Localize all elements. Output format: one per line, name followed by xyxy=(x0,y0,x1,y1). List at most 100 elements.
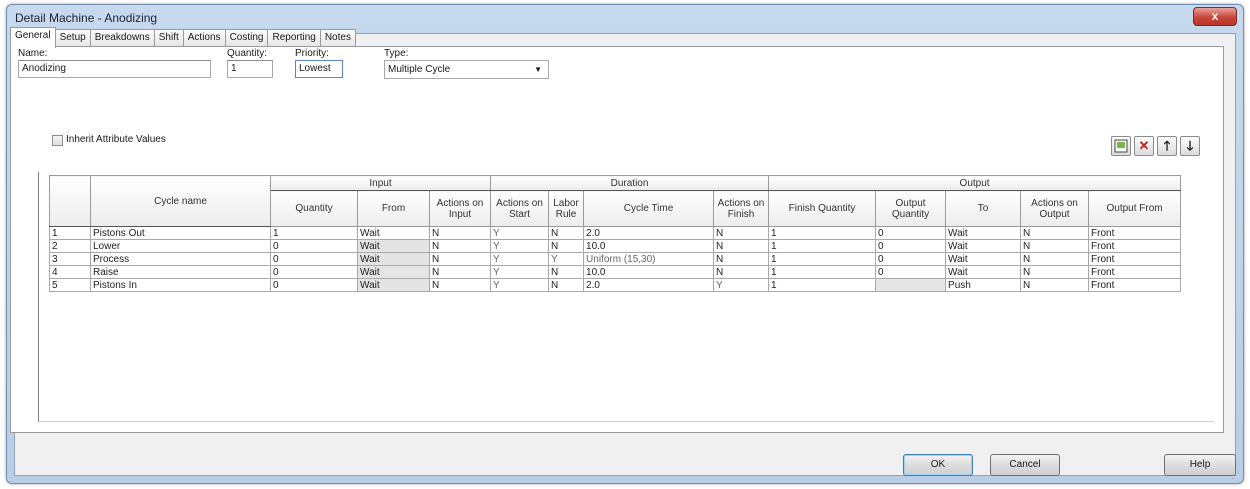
inherit-attributes-checkbox[interactable] xyxy=(52,135,63,146)
output-from-cell[interactable]: Front xyxy=(1088,239,1182,253)
actions-on-output-cell[interactable]: N xyxy=(1020,278,1090,292)
actions-on-start-cell[interactable]: Y xyxy=(490,239,550,253)
labor-rule-cell[interactable]: N xyxy=(548,278,585,292)
cancel-button[interactable]: Cancel xyxy=(990,454,1060,476)
output-quantity-cell[interactable]: 0 xyxy=(875,239,947,253)
finish-quantity-cell[interactable]: 1 xyxy=(768,265,877,279)
col-to[interactable]: To xyxy=(945,190,1022,227)
cycle-name-cell[interactable]: Pistons In xyxy=(90,278,271,292)
actions-on-start-cell[interactable]: Y xyxy=(490,252,550,266)
quantity-cell[interactable]: 0 xyxy=(270,278,358,292)
actions-on-finish-cell[interactable]: N xyxy=(713,265,770,279)
output-from-cell[interactable]: Front xyxy=(1088,278,1182,292)
close-button[interactable]: x xyxy=(1193,7,1237,26)
new-row-icon[interactable] xyxy=(1111,136,1131,156)
move-down-icon[interactable]: 🡓 xyxy=(1180,136,1200,156)
tab-costing[interactable]: Costing xyxy=(224,29,269,47)
finish-quantity-cell[interactable]: 1 xyxy=(768,239,877,253)
tab-actions[interactable]: Actions xyxy=(182,29,226,47)
dropdown-arrow-icon[interactable]: ▼ xyxy=(534,61,542,78)
actions-on-finish-cell[interactable]: N xyxy=(713,239,770,253)
actions-on-start-cell[interactable]: Y xyxy=(490,265,550,279)
output-from-cell[interactable]: Front xyxy=(1088,252,1182,266)
move-up-icon[interactable]: 🡑 xyxy=(1157,136,1177,156)
row-index[interactable]: 2 xyxy=(49,239,91,253)
row-index[interactable]: 1 xyxy=(49,226,91,240)
to-cell[interactable]: Wait xyxy=(945,252,1022,266)
col-from[interactable]: From xyxy=(357,190,430,227)
to-cell[interactable]: Wait xyxy=(945,226,1022,240)
cycle-time-cell[interactable]: 2.0 xyxy=(583,226,715,240)
cycle-time-cell[interactable]: 10.0 xyxy=(583,239,715,253)
finish-quantity-cell[interactable]: 1 xyxy=(768,252,877,266)
labor-rule-cell[interactable]: N xyxy=(548,226,585,240)
col-actions-on-input[interactable]: Actions on Input xyxy=(428,190,492,227)
quantity-cell[interactable]: 0 xyxy=(270,239,358,253)
quantity-field[interactable]: 1 xyxy=(227,60,273,78)
col-labor-rule[interactable]: Labor Rule xyxy=(548,190,585,227)
table-row[interactable]: 1 Pistons Out 1 Wait N Y N 2.0 N 1 0 Wai… xyxy=(49,226,1182,240)
tab-breakdowns[interactable]: Breakdowns xyxy=(89,29,155,47)
col-actions-on-start[interactable]: Actions on Start xyxy=(490,190,550,227)
table-row[interactable]: 5 Pistons In 0 Wait N Y N 2.0 Y 1 Push N… xyxy=(49,278,1182,292)
quantity-cell[interactable]: 1 xyxy=(270,226,358,240)
labor-rule-cell[interactable]: Y xyxy=(548,252,585,266)
quantity-cell[interactable]: 0 xyxy=(270,252,358,266)
output-from-cell[interactable]: Front xyxy=(1088,265,1182,279)
to-cell[interactable]: Wait xyxy=(945,265,1022,279)
ok-button[interactable]: OK xyxy=(903,454,973,476)
labor-rule-cell[interactable]: N xyxy=(548,265,585,279)
cycle-name-cell[interactable]: Pistons Out xyxy=(90,226,271,240)
actions-on-output-cell[interactable]: N xyxy=(1020,239,1090,253)
resize-grip-icon[interactable]: ⋰ xyxy=(1231,470,1240,481)
quantity-cell[interactable]: 0 xyxy=(270,265,358,279)
actions-on-input-cell[interactable]: N xyxy=(428,252,492,266)
output-from-cell[interactable]: Front xyxy=(1088,226,1182,240)
actions-on-finish-cell[interactable]: N xyxy=(713,252,770,266)
col-cycle-time[interactable]: Cycle Time xyxy=(583,190,715,227)
actions-on-output-cell[interactable]: N xyxy=(1020,265,1090,279)
output-quantity-cell[interactable]: 0 xyxy=(875,252,947,266)
help-button[interactable]: Help xyxy=(1164,454,1236,476)
from-cell[interactable]: Wait xyxy=(357,265,430,279)
cycle-time-cell[interactable]: 2.0 xyxy=(583,278,715,292)
actions-on-input-cell[interactable]: N xyxy=(428,239,492,253)
cycle-time-cell[interactable]: 10.0 xyxy=(583,265,715,279)
cycle-name-cell[interactable]: Process xyxy=(90,252,271,266)
table-row[interactable]: 3 Process 0 Wait N Y Y Uniform (15,30) N… xyxy=(49,252,1182,266)
col-output-from[interactable]: Output From xyxy=(1088,190,1182,227)
actions-on-input-cell[interactable]: N xyxy=(428,265,492,279)
tab-notes[interactable]: Notes xyxy=(319,29,356,47)
col-output-quantity[interactable]: Output Quantity xyxy=(875,190,947,227)
table-row[interactable]: 2 Lower 0 Wait N Y N 10.0 N 1 0 Wait N F… xyxy=(49,239,1182,253)
labor-rule-cell[interactable]: N xyxy=(548,239,585,253)
delete-icon[interactable]: ✕ xyxy=(1134,136,1154,156)
from-cell[interactable]: Wait xyxy=(357,226,430,240)
row-index[interactable]: 3 xyxy=(49,252,91,266)
priority-field[interactable]: Lowest xyxy=(295,60,343,78)
output-quantity-cell[interactable]: 0 xyxy=(875,265,947,279)
to-cell[interactable]: Push xyxy=(945,278,1022,292)
tab-setup[interactable]: Setup xyxy=(54,29,91,47)
row-index[interactable]: 5 xyxy=(49,278,91,292)
type-select[interactable]: Multiple Cycle ▼ xyxy=(384,60,549,79)
actions-on-finish-cell[interactable]: N xyxy=(713,226,770,240)
cycle-time-cell[interactable]: Uniform (15,30) xyxy=(583,252,715,266)
tab-general[interactable]: General xyxy=(10,27,56,48)
col-cycle-name[interactable]: Cycle name xyxy=(90,175,271,227)
name-field[interactable]: Anodizing xyxy=(18,60,211,78)
actions-on-output-cell[interactable]: N xyxy=(1020,252,1090,266)
actions-on-output-cell[interactable]: N xyxy=(1020,226,1090,240)
tab-reporting[interactable]: Reporting xyxy=(267,29,321,47)
actions-on-finish-cell[interactable]: Y xyxy=(713,278,770,292)
actions-on-start-cell[interactable]: Y xyxy=(490,278,550,292)
actions-on-input-cell[interactable]: N xyxy=(428,278,492,292)
to-cell[interactable]: Wait xyxy=(945,239,1022,253)
from-cell[interactable]: Wait xyxy=(357,239,430,253)
finish-quantity-cell[interactable]: 1 xyxy=(768,278,877,292)
col-actions-on-output[interactable]: Actions on Output xyxy=(1020,190,1090,227)
tab-shift[interactable]: Shift xyxy=(153,29,184,47)
cycle-name-cell[interactable]: Lower xyxy=(90,239,271,253)
output-quantity-cell[interactable]: 0 xyxy=(875,226,947,240)
row-index[interactable]: 4 xyxy=(49,265,91,279)
